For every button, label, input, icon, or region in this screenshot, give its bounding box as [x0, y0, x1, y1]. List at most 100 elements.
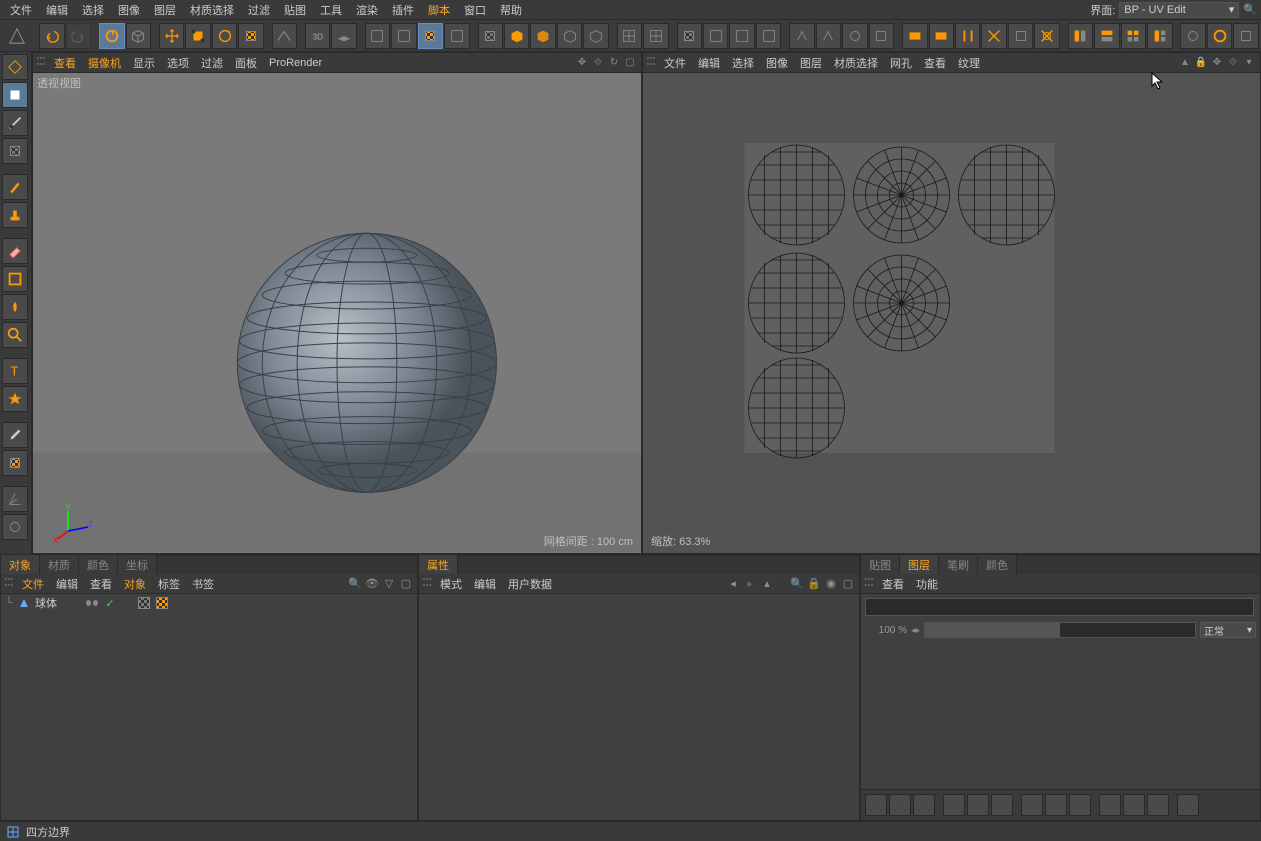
tab-material[interactable]: 材质: [40, 555, 79, 575]
uv-mesh-button[interactable]: [418, 23, 443, 49]
uv-view-menu[interactable]: 查看: [919, 53, 951, 73]
menu-window[interactable]: 窗口: [458, 0, 492, 20]
layout1-button[interactable]: [1068, 23, 1093, 49]
search-icon[interactable]: 🔍: [348, 577, 362, 591]
opacity-spinner[interactable]: ◂▸: [911, 625, 920, 636]
model-mode-button[interactable]: [2, 82, 28, 108]
uv-checker-button[interactable]: [677, 23, 702, 49]
vp-pan-icon[interactable]: ✥: [575, 56, 589, 70]
tab-brush[interactable]: 笔刷: [939, 555, 978, 575]
visibility-toggle[interactable]: [85, 596, 99, 610]
tab-color[interactable]: 颜色: [79, 555, 118, 575]
object-row-sphere[interactable]: └ 球体 ✓: [1, 594, 417, 612]
star-button[interactable]: [2, 386, 28, 412]
grid2-button[interactable]: [643, 23, 668, 49]
cube-prim3-button[interactable]: [583, 23, 608, 49]
uv-proj2-button[interactable]: [729, 23, 754, 49]
layout2-button[interactable]: [1094, 23, 1119, 49]
object-name[interactable]: 球体: [35, 595, 57, 611]
menu-texture[interactable]: 贴图: [278, 0, 312, 20]
obj-bookmarks-menu[interactable]: 书签: [187, 574, 219, 594]
arrow-left-icon[interactable]: ◂: [726, 577, 740, 591]
attr-userdata-menu[interactable]: 用户数据: [503, 574, 557, 594]
uv-ctrl4-icon[interactable]: ⟐: [1226, 56, 1240, 70]
grid-toggle-button[interactable]: [617, 23, 642, 49]
layer-extra3-button[interactable]: [1147, 794, 1169, 816]
vp-maximize-icon[interactable]: ▢: [623, 56, 637, 70]
cube-tool-button[interactable]: [126, 23, 151, 49]
opacity-slider[interactable]: [924, 622, 1196, 638]
extra2-button[interactable]: [1207, 23, 1232, 49]
live-select-button[interactable]: [99, 23, 124, 49]
obj-file-menu[interactable]: 文件: [17, 574, 49, 594]
object-tree[interactable]: └ 球体 ✓: [1, 594, 417, 820]
selection-button[interactable]: [2, 266, 28, 292]
texture-mode-button[interactable]: [2, 110, 28, 136]
check-icon[interactable]: ✓: [103, 596, 117, 610]
lock-icon[interactable]: 🔒: [807, 577, 821, 591]
obj-object-menu[interactable]: 对象: [119, 574, 151, 594]
search-icon[interactable]: 🔍: [1243, 3, 1257, 16]
uv-texture-menu[interactable]: 纹理: [953, 53, 985, 73]
layout3-button[interactable]: [1121, 23, 1146, 49]
grip-icon[interactable]: [423, 578, 431, 590]
layer-up-button[interactable]: [943, 794, 965, 816]
obj-view-menu[interactable]: 查看: [85, 574, 117, 594]
last-tool-button[interactable]: [238, 23, 263, 49]
vp-camera-menu[interactable]: 摄像机: [83, 53, 126, 73]
workplane-button[interactable]: [331, 23, 356, 49]
fill-button[interactable]: [2, 294, 28, 320]
uv-unfold3-button[interactable]: [842, 23, 867, 49]
uv-unfold2-button[interactable]: [816, 23, 841, 49]
layer-extra2-button[interactable]: [1123, 794, 1145, 816]
uv-align2-button[interactable]: [929, 23, 954, 49]
uv-material-menu[interactable]: 材质选择: [829, 53, 883, 73]
cube-array-button[interactable]: [530, 23, 555, 49]
uv-unfold1-button[interactable]: [789, 23, 814, 49]
perspective-view-canvas[interactable]: 透视视图: [33, 73, 641, 553]
max-icon[interactable]: ▢: [841, 577, 855, 591]
extra1-button[interactable]: [1180, 23, 1205, 49]
uv-ctrl5-icon[interactable]: ▾: [1242, 56, 1256, 70]
axis-lock-button[interactable]: [272, 23, 297, 49]
move-button[interactable]: [159, 23, 184, 49]
checker2-button[interactable]: [2, 450, 28, 476]
extra3-button[interactable]: [1233, 23, 1258, 49]
tab-colors[interactable]: 颜色: [978, 555, 1017, 575]
layout-dropdown[interactable]: BP - UV Edit ▾: [1119, 2, 1239, 18]
menu-render[interactable]: 渲染: [350, 0, 384, 20]
arrow-right-icon[interactable]: ▸: [743, 577, 757, 591]
axis-button[interactable]: [2, 486, 28, 512]
tab-texture[interactable]: 贴图: [861, 555, 900, 575]
uv-ctrl2-icon[interactable]: 🔒: [1194, 56, 1208, 70]
vp-options-menu[interactable]: 选项: [162, 53, 194, 73]
eye-icon[interactable]: 👁: [365, 577, 379, 591]
make-editable-button[interactable]: [2, 54, 28, 80]
menu-material-select[interactable]: 材质选择: [184, 0, 240, 20]
uv-unfold4-button[interactable]: [869, 23, 894, 49]
up-icon[interactable]: ▴: [760, 577, 774, 591]
new-icon[interactable]: ◉: [824, 577, 838, 591]
scale-button[interactable]: [185, 23, 210, 49]
render-view-button[interactable]: [478, 23, 503, 49]
grip-icon[interactable]: [37, 57, 45, 69]
tab-layers[interactable]: 图层: [900, 555, 939, 575]
attr-edit-menu[interactable]: 编辑: [469, 574, 501, 594]
redo-button[interactable]: [66, 23, 91, 49]
uv-relax-button[interactable]: [981, 23, 1006, 49]
menu-filter[interactable]: 过滤: [242, 0, 276, 20]
layer-del-button[interactable]: [913, 794, 935, 816]
vp-prorender-menu[interactable]: ProRender: [264, 55, 327, 71]
uv-proj1-button[interactable]: [703, 23, 728, 49]
filter-icon[interactable]: ▽: [382, 577, 396, 591]
eyedropper-button[interactable]: [2, 422, 28, 448]
brush-button[interactable]: [2, 174, 28, 200]
uv-pack1-button[interactable]: [1008, 23, 1033, 49]
app-logo-icon[interactable]: [2, 21, 31, 51]
uv-view-canvas[interactable]: 缩放: 63.3%: [643, 73, 1260, 553]
cube-prim2-button[interactable]: [557, 23, 582, 49]
obj-edit-menu[interactable]: 编辑: [51, 574, 83, 594]
grip-icon[interactable]: [865, 578, 873, 590]
uv-ctrl3-icon[interactable]: ✥: [1210, 56, 1224, 70]
layer-group-button[interactable]: [1069, 794, 1091, 816]
